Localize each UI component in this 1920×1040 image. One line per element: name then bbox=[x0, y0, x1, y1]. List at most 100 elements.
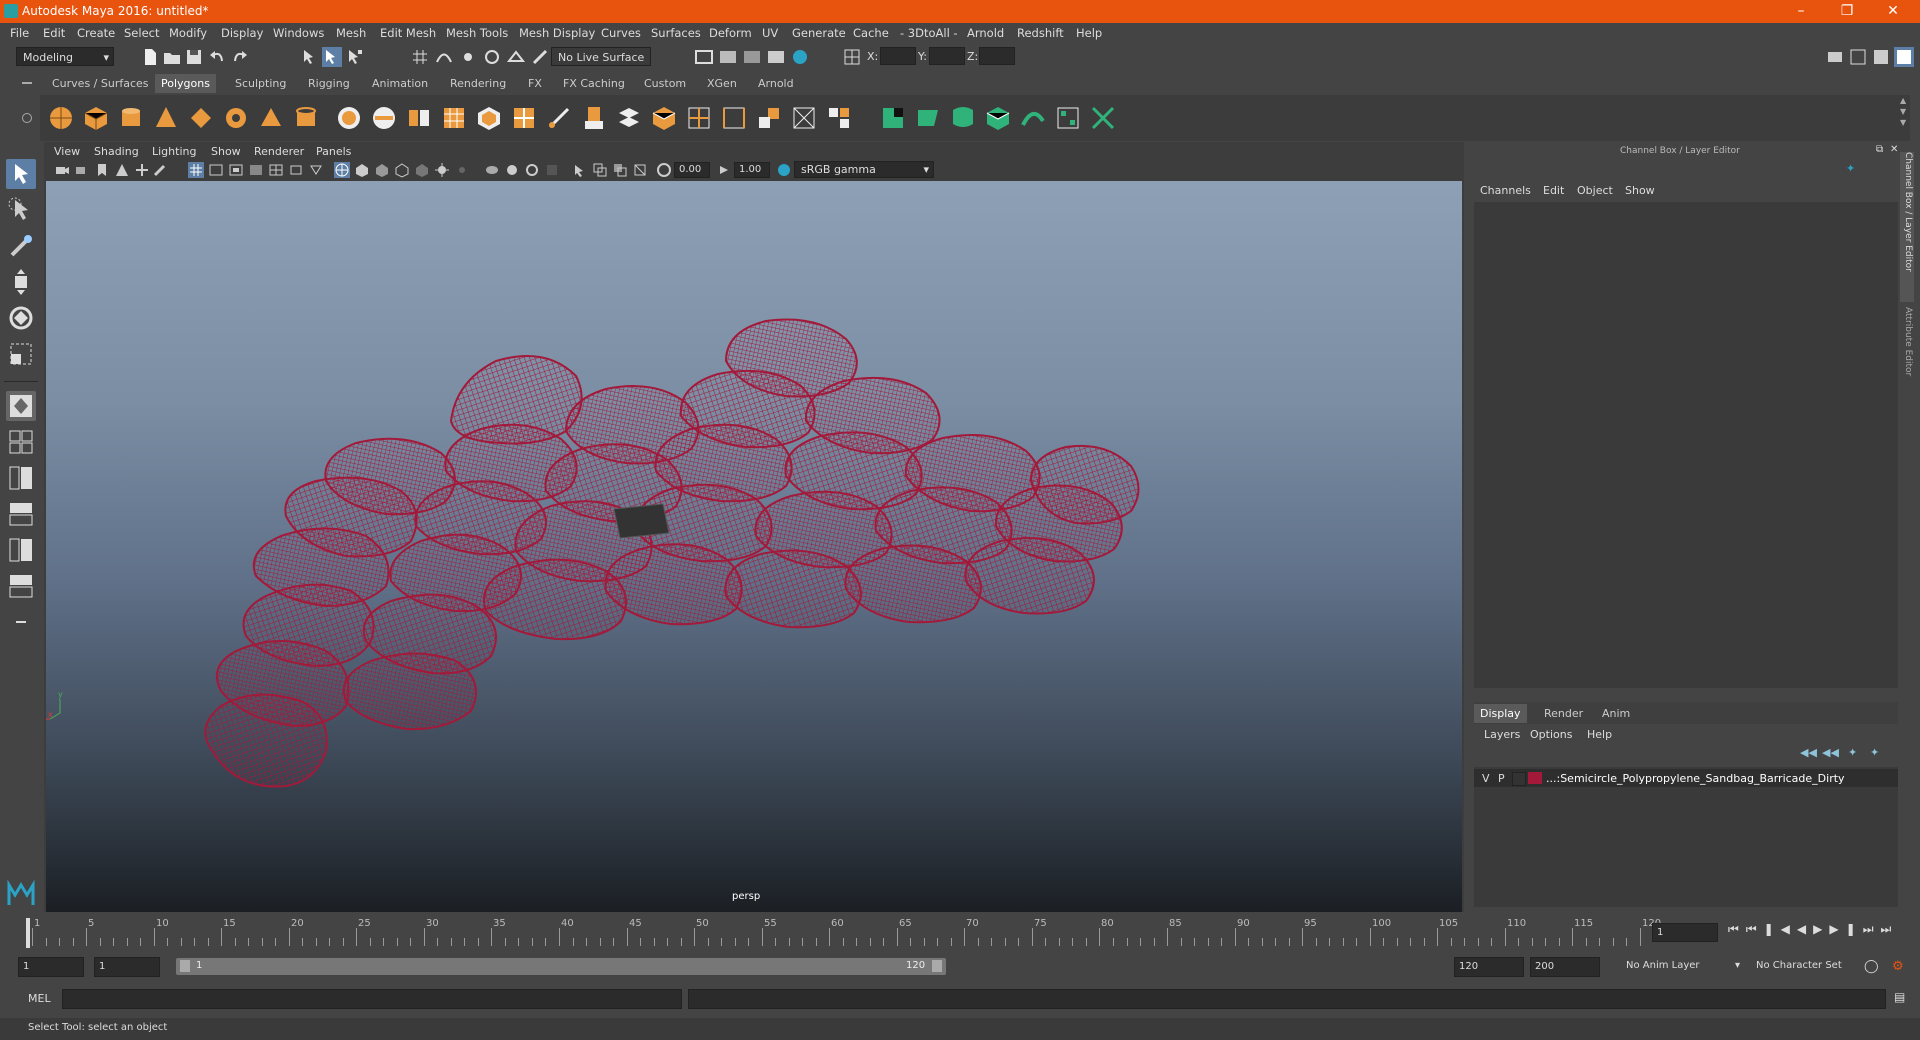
safe-action-icon[interactable] bbox=[288, 162, 304, 178]
render-region-icon[interactable] bbox=[718, 47, 738, 67]
menu-mesh-display[interactable]: Mesh Display bbox=[519, 26, 595, 40]
side-tab-attribute-editor[interactable]: Attribute Editor bbox=[1900, 307, 1914, 407]
transform-constraint-icon[interactable] bbox=[842, 47, 862, 67]
mode-dropdown[interactable]: Modeling ▾ bbox=[16, 47, 114, 66]
shelf-tab-fx[interactable]: FX bbox=[522, 74, 548, 93]
bevel-icon[interactable] bbox=[651, 105, 677, 131]
menu-curves[interactable]: Curves bbox=[601, 26, 641, 40]
shelf-tab-polygons[interactable]: Polygons bbox=[155, 74, 216, 93]
menu-help[interactable]: Help bbox=[1076, 26, 1102, 40]
smooth-icon[interactable] bbox=[441, 105, 467, 131]
menu-deform[interactable]: Deform bbox=[709, 26, 752, 40]
film-gate-icon[interactable] bbox=[208, 162, 224, 178]
playback-end-field[interactable]: 120 bbox=[1454, 957, 1524, 977]
anim-layer-dropdown[interactable]: No Anim Layer ▾ bbox=[1620, 957, 1742, 977]
layer-playback-toggle[interactable]: P bbox=[1498, 772, 1505, 785]
menu-file[interactable]: File bbox=[10, 26, 29, 40]
menu-arnold[interactable]: Arnold bbox=[967, 26, 1004, 40]
collapse-icon[interactable] bbox=[791, 105, 817, 131]
single-perspective-layout-icon[interactable] bbox=[6, 391, 36, 421]
layer-name[interactable]: ...:Semicircle_Polypropylene_Sandbag_Bar… bbox=[1546, 772, 1845, 785]
shelf-tab-rigging[interactable]: Rigging bbox=[302, 74, 356, 93]
shelf-tab-curves-surfaces[interactable]: Curves / Surfaces bbox=[46, 74, 155, 93]
preferences-icon[interactable]: ⚙ bbox=[1892, 959, 1904, 974]
shelf-menu-icon[interactable] bbox=[22, 82, 32, 84]
range-slider[interactable]: 1 120 bbox=[176, 958, 946, 975]
close-button[interactable]: ✕ bbox=[1870, 0, 1916, 23]
persp-hypershade-layout-icon[interactable] bbox=[6, 535, 36, 565]
poly-cube-icon[interactable] bbox=[83, 105, 109, 131]
shelf-settings-icon[interactable] bbox=[22, 113, 32, 123]
time-ruler[interactable]: 1 5 10 15 20 25 30 35 40 45 50 55 60 65 70 75 80 85 90 95 10… bbox=[28, 918, 1661, 948]
hypershade-icon[interactable] bbox=[790, 47, 810, 67]
select-camera-icon[interactable] bbox=[54, 162, 70, 178]
make-live-icon[interactable] bbox=[530, 47, 550, 67]
menu-display[interactable]: Display bbox=[221, 26, 263, 40]
sign-in-icon[interactable] bbox=[1825, 47, 1845, 67]
playback-start-field[interactable]: 1 bbox=[94, 957, 160, 977]
textured-icon[interactable] bbox=[414, 162, 430, 178]
anti-aliasing-icon[interactable] bbox=[524, 162, 540, 178]
range-start-handle[interactable] bbox=[180, 960, 190, 972]
reduce-icon[interactable] bbox=[476, 105, 502, 131]
tab-anim[interactable]: Anim bbox=[1596, 704, 1636, 723]
rotate-tool-icon[interactable] bbox=[6, 303, 36, 333]
menu-select[interactable]: Select bbox=[124, 26, 159, 40]
shelf-tab-sculpting[interactable]: Sculpting bbox=[229, 74, 292, 93]
isolate-select-icon[interactable] bbox=[572, 162, 588, 178]
extract-icon[interactable] bbox=[406, 105, 432, 131]
step-forward-key-icon[interactable]: ▶❚ bbox=[1829, 922, 1862, 936]
go-to-end-icon[interactable]: ⏭ bbox=[1881, 922, 1899, 936]
layer-color-swatch[interactable] bbox=[1528, 772, 1542, 784]
menu-generate[interactable]: Generate bbox=[792, 26, 846, 40]
close-panel-icon[interactable]: ✕ bbox=[1890, 144, 1898, 155]
xray-icon[interactable] bbox=[592, 162, 608, 178]
y-field[interactable] bbox=[929, 47, 965, 65]
multi-cut-icon[interactable] bbox=[686, 105, 712, 131]
image-plane-icon[interactable] bbox=[114, 162, 130, 178]
layout-uv-icon[interactable] bbox=[1055, 105, 1081, 131]
persp-outliner-layout-icon[interactable] bbox=[6, 463, 36, 493]
field-chart-icon[interactable] bbox=[268, 162, 284, 178]
poly-pyramid-icon[interactable] bbox=[258, 105, 284, 131]
cb-menu-channels[interactable]: Channels bbox=[1480, 184, 1531, 197]
go-to-start-icon[interactable]: ⏮ bbox=[1728, 922, 1746, 936]
play-forwards-icon[interactable]: ▶ bbox=[1813, 922, 1829, 936]
auto-key-icon[interactable]: ◯ bbox=[1864, 959, 1879, 974]
live-surface-field[interactable]: No Live Surface bbox=[551, 47, 651, 66]
le-menu-layers[interactable]: Layers bbox=[1484, 728, 1520, 741]
xray-components-icon[interactable] bbox=[632, 162, 648, 178]
snap-point-icon[interactable] bbox=[458, 47, 478, 67]
gamma-field[interactable]: 1.00 bbox=[734, 162, 770, 178]
quad-draw-icon[interactable] bbox=[546, 105, 572, 131]
planar-map-icon[interactable] bbox=[915, 105, 941, 131]
tab-render[interactable]: Render bbox=[1538, 704, 1589, 723]
gamma-icon[interactable] bbox=[716, 162, 732, 178]
use-all-lights-icon[interactable] bbox=[434, 162, 450, 178]
open-scene-icon[interactable] bbox=[162, 47, 182, 67]
menu-surfaces[interactable]: Surfaces bbox=[651, 26, 701, 40]
shelf-tab-animation[interactable]: Animation bbox=[366, 74, 434, 93]
step-back-icon[interactable]: ⏮ bbox=[1746, 922, 1764, 936]
animation-start-field[interactable]: 1 bbox=[18, 957, 84, 977]
vp-menu-panels[interactable]: Panels bbox=[316, 145, 351, 158]
resolution-gate-icon[interactable] bbox=[228, 162, 244, 178]
minimize-button[interactable]: – bbox=[1778, 0, 1824, 23]
le-menu-help[interactable]: Help bbox=[1587, 728, 1612, 741]
poly-pipe-icon[interactable] bbox=[293, 105, 319, 131]
current-time-indicator[interactable] bbox=[26, 918, 30, 948]
render-frame-icon[interactable] bbox=[694, 47, 714, 67]
poly-torus-icon[interactable] bbox=[223, 105, 249, 131]
undo-icon[interactable] bbox=[207, 47, 227, 67]
select-object-icon[interactable] bbox=[322, 47, 342, 67]
layer-row[interactable]: V P ...:Semicircle_Polypropylene_Sandbag… bbox=[1474, 769, 1898, 787]
cb-menu-edit[interactable]: Edit bbox=[1543, 184, 1564, 197]
camera-attributes-icon[interactable] bbox=[74, 162, 90, 178]
gate-mask-icon[interactable] bbox=[248, 162, 264, 178]
move-layer-down-icon[interactable]: ◀◀ bbox=[1822, 746, 1839, 759]
poly-cylinder-icon[interactable] bbox=[118, 105, 144, 131]
toggle-attribute-editor-icon[interactable] bbox=[1871, 47, 1891, 67]
exposure-field[interactable]: 0.00 bbox=[674, 162, 710, 178]
2d-pan-zoom-icon[interactable] bbox=[134, 162, 150, 178]
mirror-icon[interactable] bbox=[511, 105, 537, 131]
